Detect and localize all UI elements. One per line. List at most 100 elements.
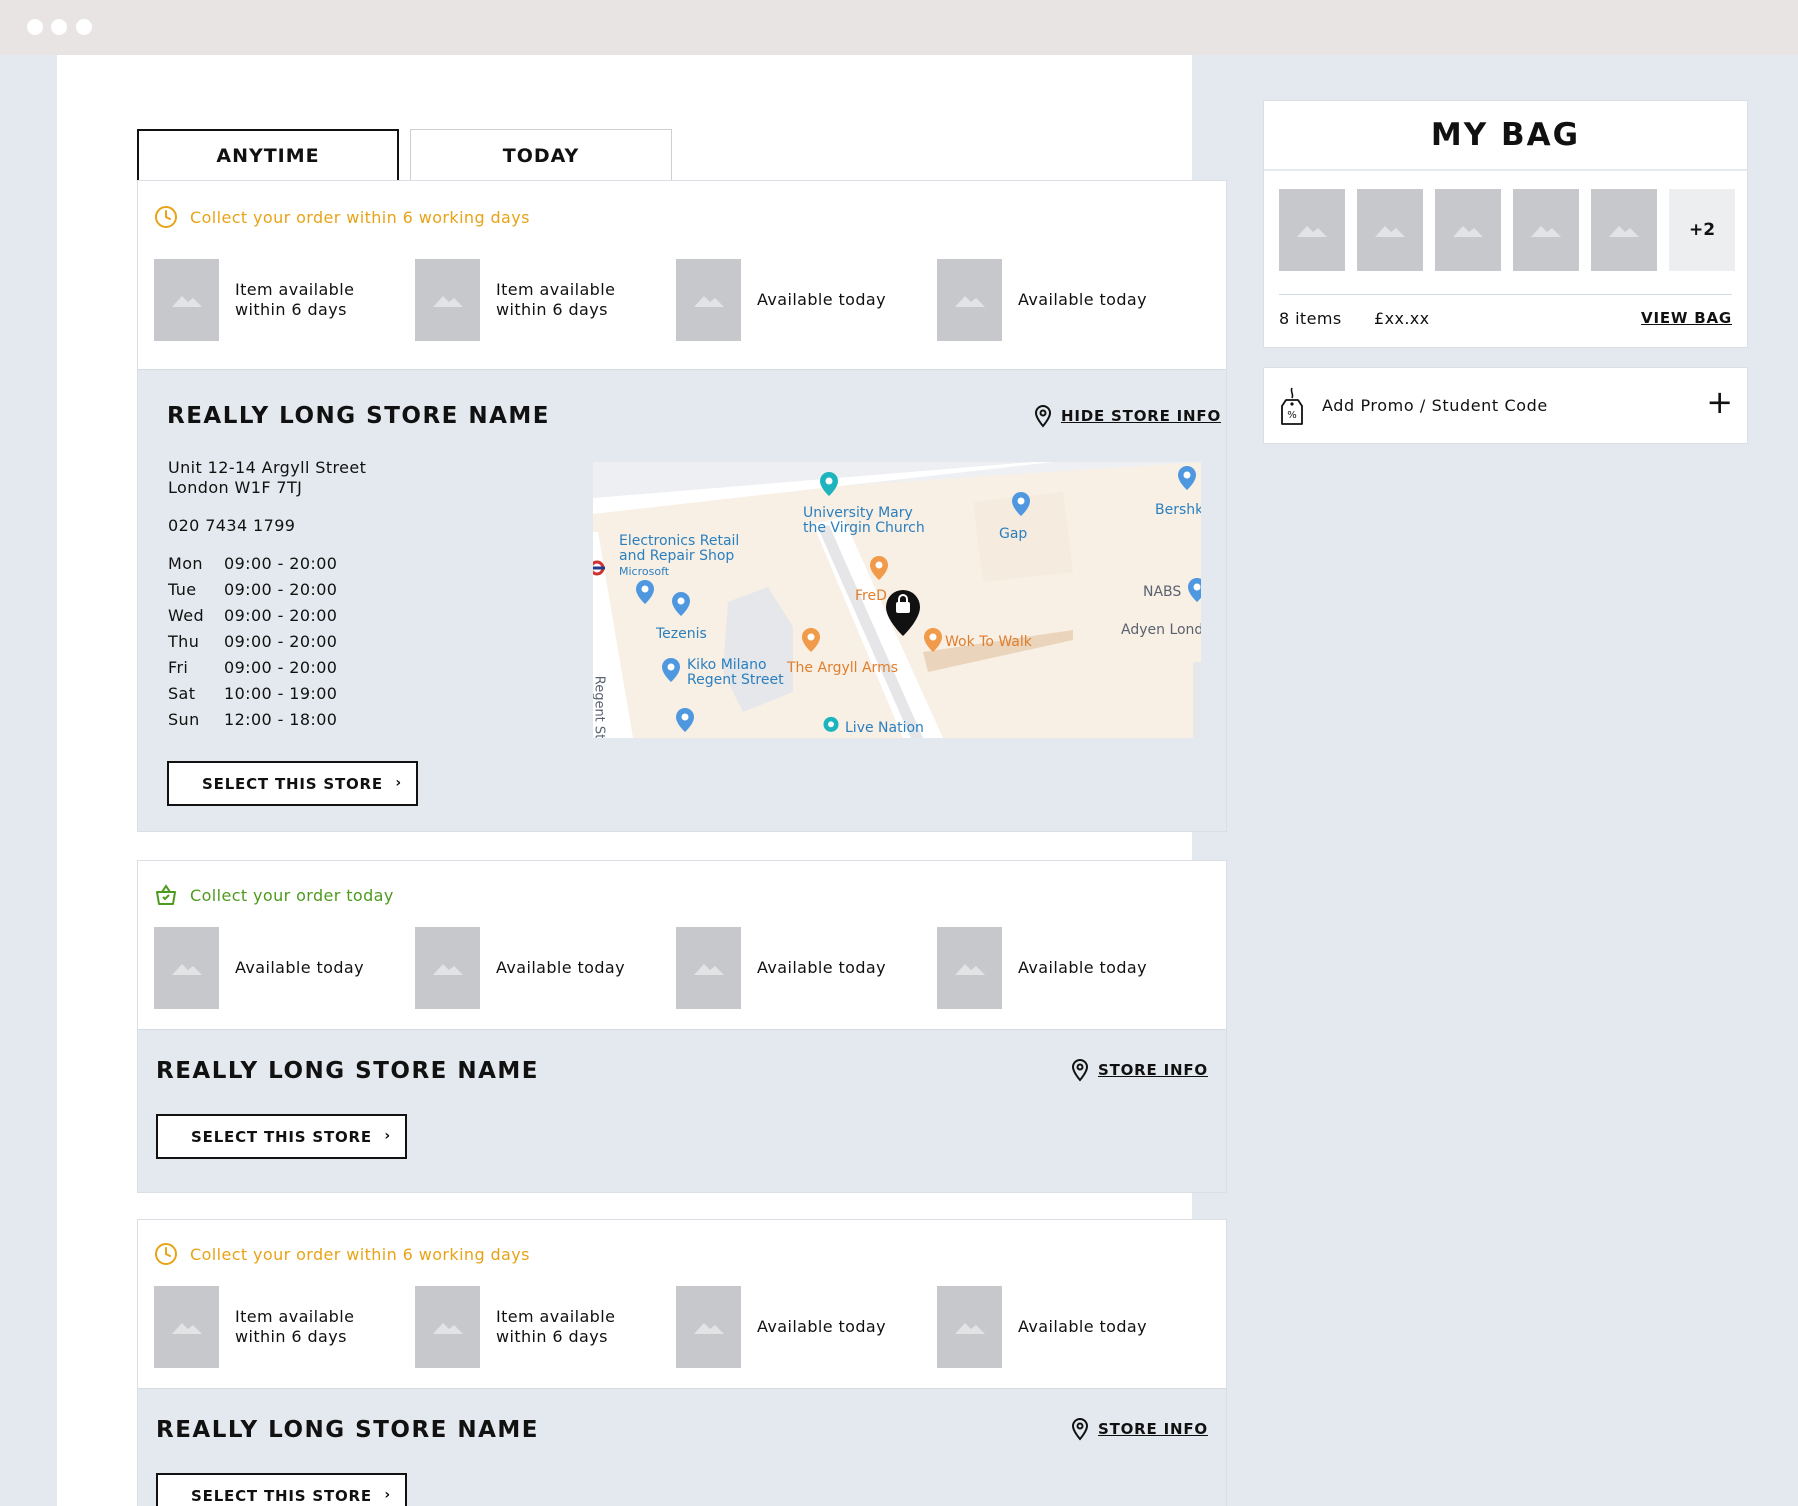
store-details: REALLY LONG STORE NAME HIDE STORE INFO U… xyxy=(138,369,1226,831)
address-line: London W1F 7TJ xyxy=(168,478,303,497)
list-item: Available today xyxy=(415,927,676,1009)
window-dot-maximize[interactable] xyxy=(76,19,92,35)
map-label: University Mary the Virgin Church xyxy=(803,506,925,536)
hide-store-info-link[interactable]: HIDE STORE INFO xyxy=(1033,404,1221,428)
location-pin-icon xyxy=(1071,1417,1089,1441)
status-text: Collect your order within 6 working days xyxy=(190,1244,530,1264)
map-label: FreD xyxy=(855,588,887,604)
store-info-link[interactable]: STORE INFO xyxy=(1070,1058,1208,1082)
hours-day: Mon xyxy=(168,554,203,573)
select-store-button[interactable]: SELECT THIS STORE › xyxy=(167,761,418,806)
item-list: Available today Available today Availabl… xyxy=(154,927,1198,1009)
status-line: Collect your order within 6 working days xyxy=(154,1242,530,1266)
bag-item-thumbnail[interactable] xyxy=(1591,189,1657,271)
map-marker-icon xyxy=(870,556,888,580)
image-placeholder-icon xyxy=(432,964,463,975)
hours-row: Thu 09:00 - 20:00 xyxy=(168,632,337,658)
bag-title: MY BAG xyxy=(1264,101,1747,171)
image-placeholder-icon xyxy=(693,964,724,975)
item-availability: Available today xyxy=(1018,290,1147,309)
list-item: Available today xyxy=(676,1286,937,1368)
price-tag-icon: % xyxy=(1281,387,1303,425)
item-availability: Available today xyxy=(496,958,625,977)
location-pin-icon xyxy=(1071,1058,1089,1082)
product-image-placeholder xyxy=(415,259,480,341)
view-bag-link[interactable]: VIEW BAG xyxy=(1641,309,1732,327)
map-label-line: Kiko Milano xyxy=(687,657,767,673)
hours-day: Wed xyxy=(168,606,205,625)
hours-row: Sat 10:00 - 19:00 xyxy=(168,684,337,710)
item-availability: Item available within 6 days xyxy=(496,280,616,319)
bag-item-thumbnail[interactable] xyxy=(1435,189,1501,271)
hours-row: Sun 12:00 - 18:00 xyxy=(168,710,337,736)
product-image-placeholder xyxy=(937,259,1002,341)
tab-anytime[interactable]: ANYTIME xyxy=(137,129,399,183)
map-marker-icon xyxy=(924,628,942,652)
bag-item-thumbnail[interactable] xyxy=(1513,189,1579,271)
hours-time: 10:00 - 19:00 xyxy=(224,684,338,703)
map-marker-icon xyxy=(676,708,694,732)
list-item: Item available within 6 days xyxy=(154,259,415,341)
map-label: Adyen Lond xyxy=(1121,622,1201,638)
store-map[interactable]: University Mary the Virgin Church Electr… xyxy=(593,462,1201,738)
bag-item-thumbnail[interactable] xyxy=(1279,189,1345,271)
hours-day: Fri xyxy=(168,658,189,677)
select-store-button[interactable]: SELECT THIS STORE › xyxy=(156,1114,407,1159)
window-dot-minimize[interactable] xyxy=(51,19,67,35)
map-label-line: University Mary xyxy=(803,505,913,521)
chevron-right-icon: › xyxy=(395,775,402,791)
product-image-placeholder xyxy=(937,927,1002,1009)
bag-item-thumbnail[interactable] xyxy=(1357,189,1423,271)
map-marker-icon xyxy=(802,628,820,652)
bag-more-items[interactable]: +2 xyxy=(1669,189,1735,271)
window-dot-close[interactable] xyxy=(27,19,43,35)
hours-time: 09:00 - 20:00 xyxy=(224,606,338,625)
map-marker-icon xyxy=(1178,466,1196,490)
status-text: Collect your order today xyxy=(190,885,394,905)
image-placeholder-icon xyxy=(1297,226,1327,237)
map-label: Bershk xyxy=(1155,502,1201,518)
location-pin-icon xyxy=(1034,404,1052,428)
item-availability: Item available within 6 days xyxy=(496,1307,616,1346)
store-card: Collect your order today Available today… xyxy=(137,860,1227,1193)
store-card: Collect your order within 6 working days… xyxy=(137,180,1227,832)
list-item: Available today xyxy=(154,927,415,1009)
list-item: Item available within 6 days xyxy=(154,1286,415,1368)
list-item: Available today xyxy=(937,1286,1198,1368)
store-phone[interactable]: 020 7434 1799 xyxy=(168,516,295,535)
hours-time: 09:00 - 20:00 xyxy=(224,554,338,573)
map-label-line: Electronics Retail xyxy=(619,533,740,549)
map-marker-icon xyxy=(823,716,839,732)
store-name: REALLY LONG STORE NAME xyxy=(156,1058,540,1084)
list-item: Available today xyxy=(676,927,937,1009)
item-availability: Available today xyxy=(1018,1317,1147,1336)
product-image-placeholder xyxy=(415,1286,480,1368)
map-marker-icon xyxy=(636,580,654,604)
store-info-link[interactable]: STORE INFO xyxy=(1070,1417,1208,1441)
map-label: Live Nation xyxy=(845,720,924,736)
tab-today[interactable]: TODAY xyxy=(410,129,672,183)
store-name: REALLY LONG STORE NAME xyxy=(156,1417,540,1443)
select-store-button[interactable]: SELECT THIS STORE › xyxy=(156,1473,407,1506)
product-image-placeholder xyxy=(154,927,219,1009)
clock-icon xyxy=(155,206,177,228)
underground-icon xyxy=(593,560,605,576)
store-name: REALLY LONG STORE NAME xyxy=(167,403,551,429)
image-placeholder-icon xyxy=(1375,226,1405,237)
select-store-label: SELECT THIS STORE xyxy=(191,1127,372,1146)
item-availability: Item available within 6 days xyxy=(235,280,355,319)
promo-code-row[interactable]: % Add Promo / Student Code + xyxy=(1263,367,1748,444)
opening-hours: Mon 09:00 - 20:00 Tue 09:00 - 20:00 Wed 09:… xyxy=(168,554,337,736)
map-marker-icon xyxy=(662,658,680,682)
store-info-label[interactable]: STORE INFO xyxy=(1098,1061,1208,1079)
expand-plus-icon[interactable]: + xyxy=(1706,386,1733,418)
store-info-label[interactable]: STORE INFO xyxy=(1098,1420,1208,1438)
hours-day: Tue xyxy=(168,580,197,599)
browser-chrome xyxy=(0,0,1798,55)
store-location-pin-icon xyxy=(886,590,920,636)
card-availability: Collect your order today Available today… xyxy=(138,861,1226,1029)
store-details: REALLY LONG STORE NAME STORE INFO SELECT… xyxy=(138,1029,1226,1192)
divider xyxy=(1279,294,1732,295)
image-placeholder-icon xyxy=(432,1323,463,1334)
hide-store-info-label[interactable]: HIDE STORE INFO xyxy=(1061,407,1221,425)
